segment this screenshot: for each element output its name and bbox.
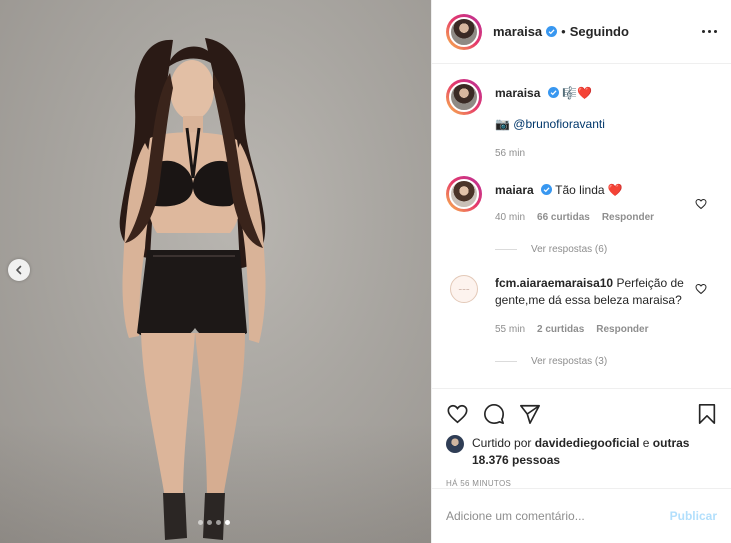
comment-item: maiara Tão linda ❤️ 40 min 66 curtidas R… bbox=[446, 176, 717, 226]
carousel-dot bbox=[225, 520, 230, 525]
comment-time[interactable]: 55 min bbox=[495, 321, 525, 338]
comment-likes[interactable]: 66 curtidas bbox=[537, 209, 590, 226]
save-bookmark-icon[interactable] bbox=[697, 403, 717, 425]
svg-text:~~~: ~~~ bbox=[458, 288, 470, 293]
commenter-avatar[interactable] bbox=[446, 176, 482, 212]
commenter-avatar[interactable]: ~~~ bbox=[446, 275, 482, 338]
caption-username[interactable]: maraisa bbox=[495, 86, 540, 100]
caption-avatar[interactable] bbox=[446, 79, 482, 115]
post-side-panel: maraisa • Seguindo maraisa 🎼❤️ 📷 @brunof… bbox=[431, 0, 731, 543]
post-actions: Curtido por davidediegooficial e outras … bbox=[432, 388, 731, 488]
like-comment-heart-icon[interactable] bbox=[695, 283, 707, 295]
comment-username[interactable]: fcm.aiaraemaraisa10 bbox=[495, 276, 613, 290]
comment-bubble-icon[interactable] bbox=[483, 403, 505, 425]
reply-button[interactable]: Responder bbox=[602, 209, 654, 226]
view-replies-label: Ver respostas (6) bbox=[531, 244, 608, 255]
caption: maraisa 🎼❤️ 📷 @brunofioravanti 56 min bbox=[446, 79, 717, 162]
verified-badge-icon bbox=[546, 26, 558, 37]
view-replies-label: Ver respostas (3) bbox=[531, 356, 608, 367]
author-avatar[interactable] bbox=[446, 13, 482, 50]
carousel-indicator bbox=[198, 520, 230, 525]
comment-username[interactable]: maiara bbox=[495, 183, 534, 197]
add-comment-bar: Publicar bbox=[432, 488, 731, 543]
comments-list[interactable]: maraisa 🎼❤️ 📷 @brunofioravanti 56 min ma… bbox=[432, 65, 731, 388]
chevron-left-icon bbox=[16, 265, 22, 275]
comment-emoji: ❤️ bbox=[607, 183, 623, 197]
verified-badge-icon bbox=[541, 184, 553, 195]
comment-input[interactable] bbox=[446, 509, 670, 523]
comment-text: Tão linda bbox=[555, 183, 605, 197]
comment-likes[interactable]: 2 curtidas bbox=[537, 321, 584, 338]
liked-by-conjunction: e bbox=[642, 436, 650, 450]
separator-dot: • bbox=[561, 24, 566, 39]
follow-status-button[interactable]: Seguindo bbox=[570, 24, 629, 39]
profile-logo-icon: ~~~ bbox=[458, 288, 470, 293]
view-replies-button[interactable]: Ver respostas (6) bbox=[495, 244, 717, 255]
liked-by-prefix: Curtido por bbox=[472, 436, 532, 450]
verified-badge-icon bbox=[547, 87, 559, 98]
more-options-icon[interactable] bbox=[702, 30, 717, 33]
caption-emojis: 🎼❤️ bbox=[562, 86, 592, 100]
carousel-dot bbox=[207, 520, 212, 525]
liked-by-summary: Curtido por davidediegooficial e outras … bbox=[446, 435, 717, 469]
post-photo[interactable] bbox=[0, 0, 431, 543]
model-figure bbox=[119, 38, 266, 540]
camera-emoji: 📷 bbox=[495, 117, 510, 131]
post-timestamp[interactable]: HÁ 56 MINUTOS bbox=[446, 479, 717, 488]
caption-mention-link[interactable]: @brunofioravanti bbox=[513, 117, 605, 131]
replies-divider bbox=[495, 361, 517, 362]
like-comment-heart-icon[interactable] bbox=[695, 198, 707, 210]
reply-button[interactable]: Responder bbox=[596, 321, 648, 338]
publish-button[interactable]: Publicar bbox=[670, 509, 717, 523]
post-header: maraisa • Seguindo bbox=[432, 0, 731, 64]
replies-divider bbox=[495, 249, 517, 250]
share-paper-plane-icon[interactable] bbox=[519, 403, 541, 425]
liked-by-user-link[interactable]: davidediegooficial bbox=[535, 436, 640, 450]
comment-time[interactable]: 40 min bbox=[495, 209, 525, 226]
view-replies-button[interactable]: Ver respostas (3) bbox=[495, 356, 717, 367]
comment-item: ~~~ fcm.aiaraemaraisa10 Perfeição de gen… bbox=[446, 275, 717, 338]
caption-time[interactable]: 56 min bbox=[495, 145, 525, 162]
liker-avatar[interactable] bbox=[446, 435, 464, 453]
carousel-dot bbox=[216, 520, 221, 525]
carousel-previous-button[interactable] bbox=[8, 259, 30, 281]
carousel-dot bbox=[198, 520, 203, 525]
like-heart-icon[interactable] bbox=[446, 403, 469, 425]
author-username[interactable]: maraisa bbox=[493, 24, 542, 39]
